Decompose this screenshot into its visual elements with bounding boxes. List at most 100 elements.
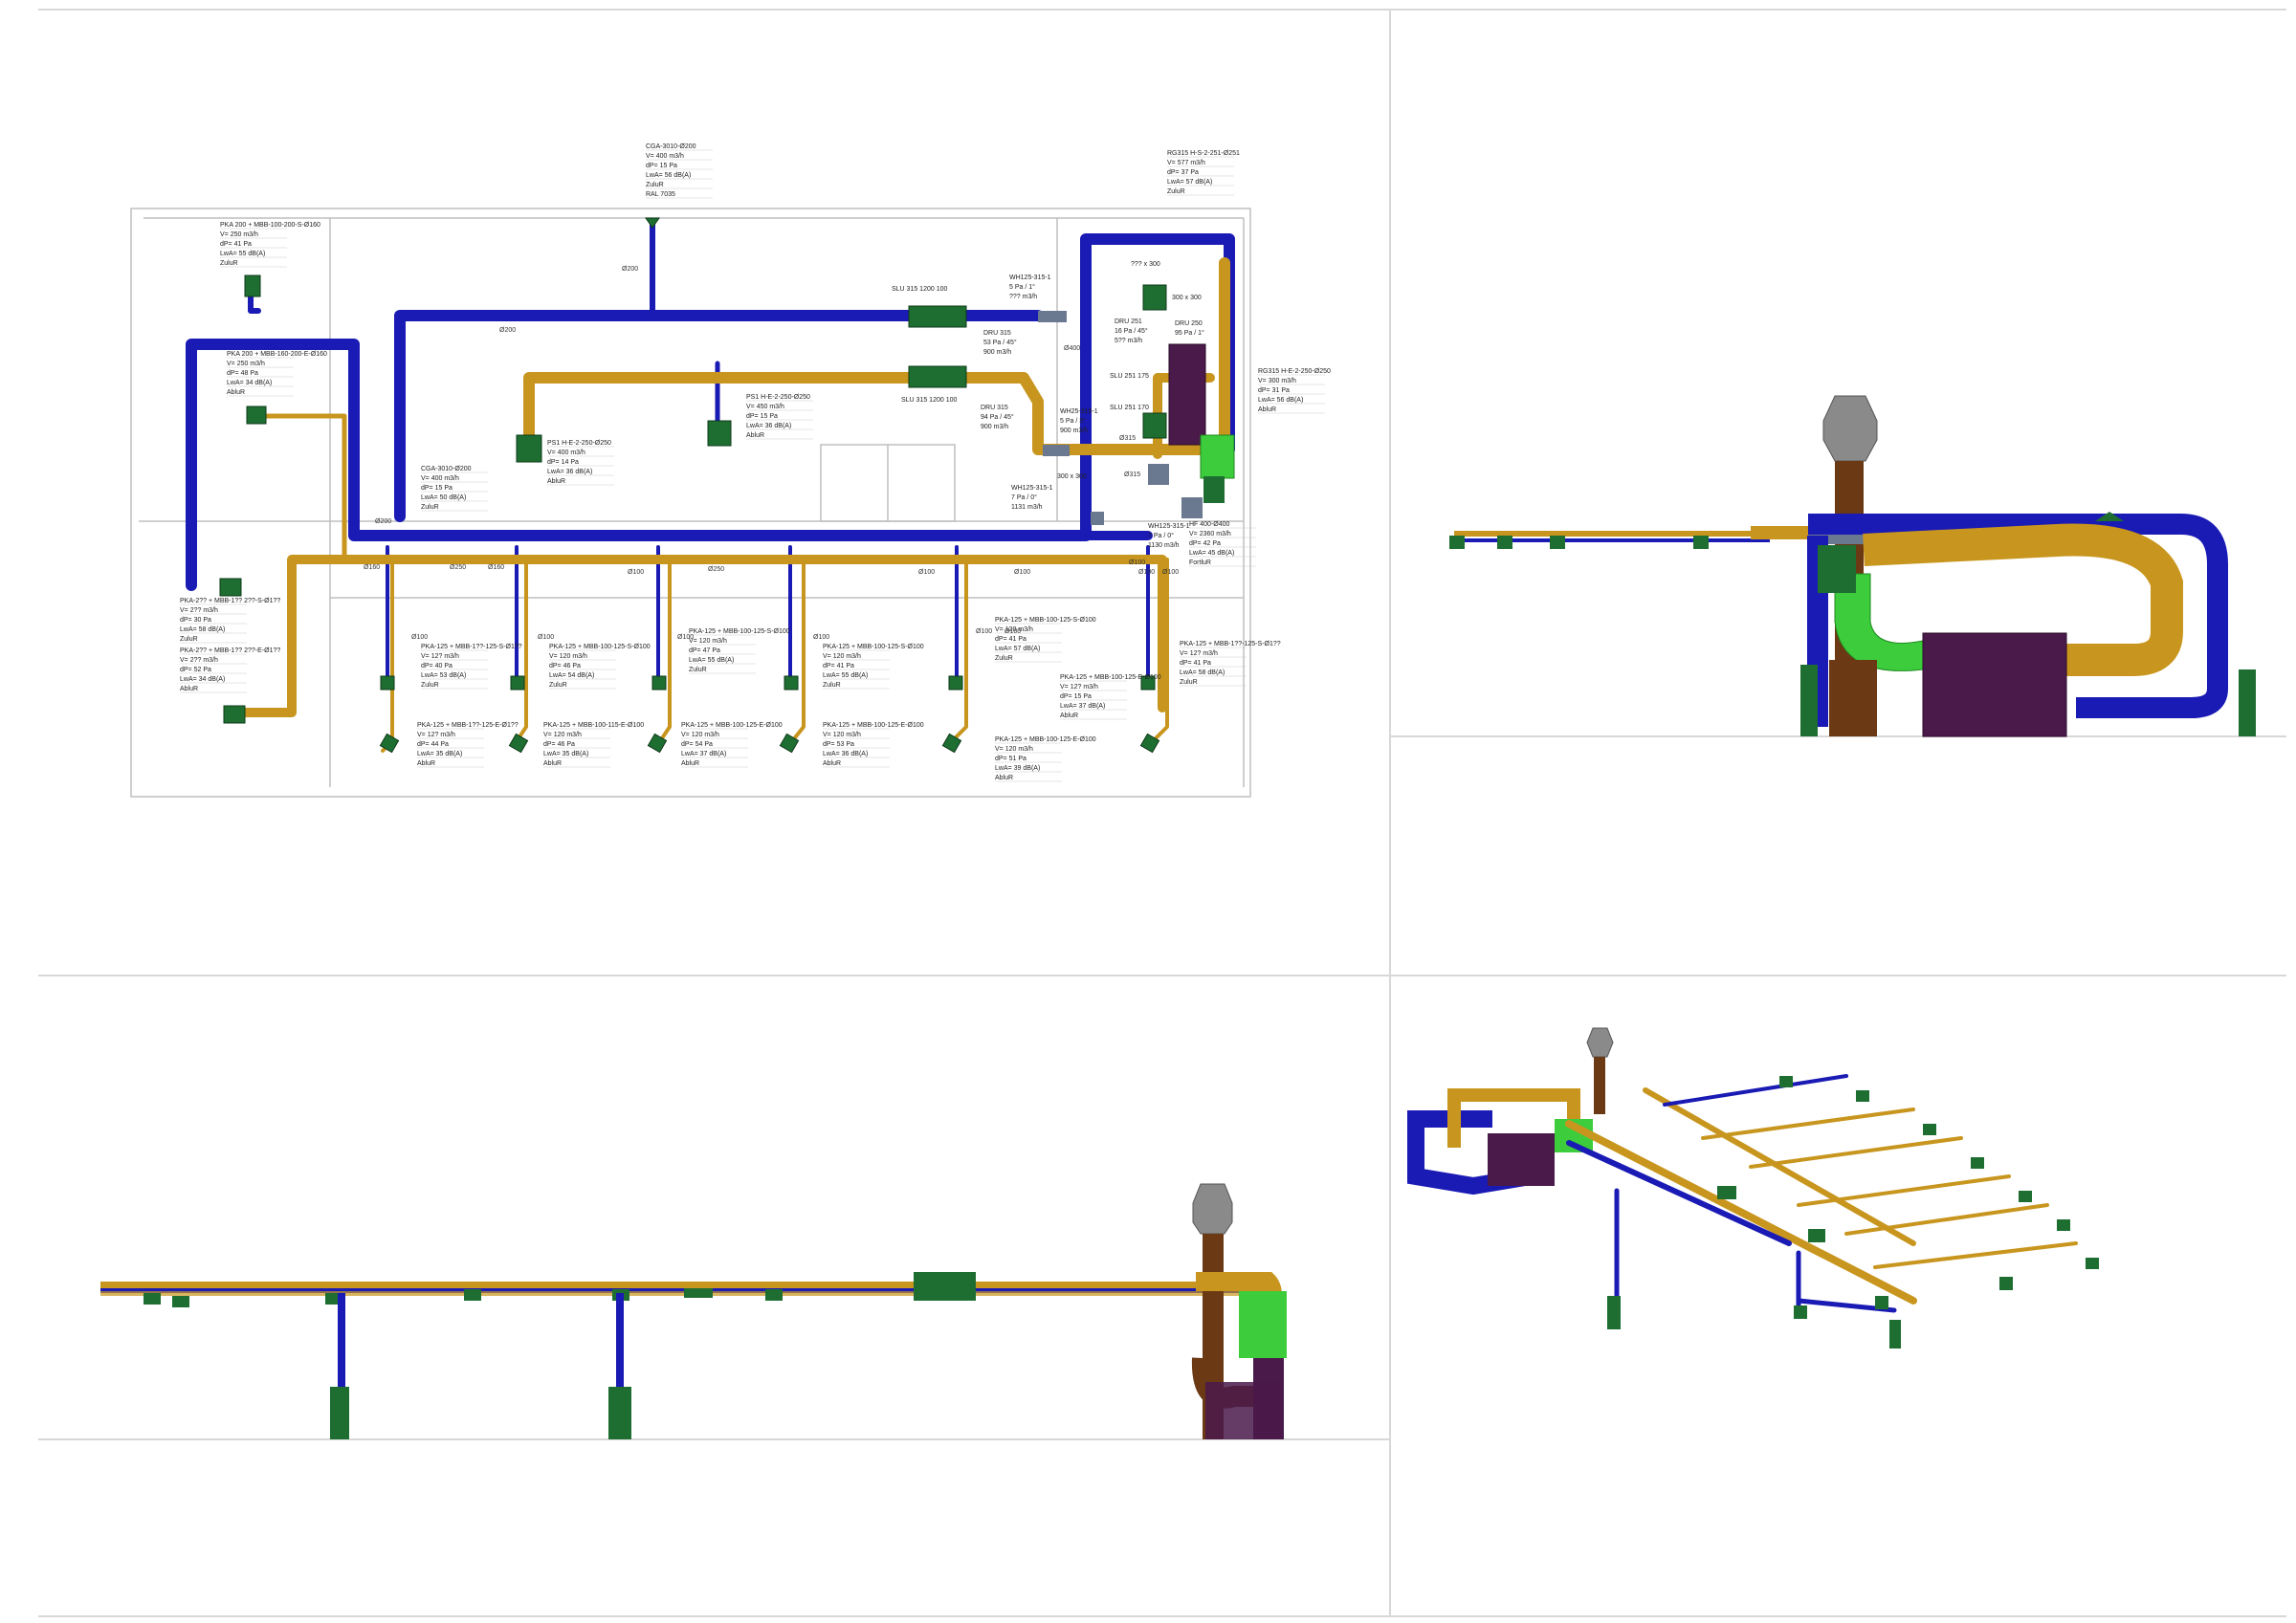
component-label-wh-1: 5 Pa / 1° bbox=[1009, 283, 1035, 291]
silencers bbox=[908, 305, 967, 388]
component-label-slu-251: SLU 251 175 bbox=[1110, 373, 1149, 380]
annotation-line: LwA= 36 dB(A) bbox=[746, 423, 791, 429]
annotation-line: V= 120 m3/h bbox=[823, 732, 861, 738]
annotation-line: dP= 15 Pa bbox=[1060, 693, 1092, 700]
annotation-line: PKA-125 + MBB-100-125-E-Ø100 bbox=[995, 736, 1096, 743]
annotation-line: PKA-125 + MBB-1??-125-S-Ø1?? bbox=[421, 644, 522, 650]
diameter-label: Ø400 bbox=[1064, 345, 1080, 352]
annotation-line: ZuluR bbox=[1180, 679, 1198, 686]
annotation-line: ZuluR bbox=[823, 682, 841, 689]
annotation-pka-13: PKA-125 + MBB-100-115-E-Ø100 V= 120 m3/h d… bbox=[543, 722, 644, 768]
annotation-line: AbluR bbox=[1060, 713, 1078, 719]
annotation-line: AbluR bbox=[180, 686, 198, 692]
annotation-line: dP= 15 Pa bbox=[746, 413, 778, 420]
annotation-line: LwA= 58 dB(A) bbox=[1180, 669, 1225, 676]
component-label-wh-4: WH125-315-1 bbox=[1148, 523, 1190, 530]
annotation-line: V= 120 m3/h bbox=[543, 732, 582, 738]
annotation-line: ZuluR bbox=[995, 655, 1013, 662]
annotation-pka-15: PKA-125 + MBB-100-125-E-Ø100 V= 120 m3/h d… bbox=[823, 722, 924, 768]
annotation-line: AbluR bbox=[681, 760, 699, 767]
annotation-line: V= 577 m3/h bbox=[1167, 160, 1205, 166]
annotation-line: PKA 200 + MBB-160-200-E-Ø160 bbox=[227, 351, 327, 358]
side-drops bbox=[330, 1293, 631, 1439]
annotation-cga-top: CGA-3010-Ø200 V= 400 m3/h dP= 15 Pa LwA= 56… bbox=[646, 143, 713, 199]
annotation-psi-2: PS1 H-E-2-250-Ø250 V= 400 m3/h dP= 14 Pa Lw… bbox=[547, 440, 614, 486]
annotation-line: ZuluR bbox=[421, 682, 439, 689]
annotation-rg-top: RG315 H-S-2-251-Ø251 V= 577 m3/h dP= 37 Pa… bbox=[1167, 150, 1240, 196]
annotation-line: ZuluR bbox=[689, 667, 707, 673]
annotation-pka-16: PKA-125 + MBB-100-125-E-Ø100 V= 120 m3/h d… bbox=[995, 736, 1096, 782]
annotation-line: V= 12? m3/h bbox=[1060, 684, 1098, 691]
component-label-size-1: ??? x 300 bbox=[1131, 261, 1160, 268]
annotation-line: LwA= 35 dB(A) bbox=[417, 751, 462, 757]
annotation-line: PKA-125 + MBB-100-125-S-Ø100 bbox=[823, 644, 924, 650]
annotation-line: V= 250 m3/h bbox=[227, 361, 265, 367]
component-label-dru-251: 5?? m3/h bbox=[1115, 338, 1142, 344]
annotation-line: V= 12? m3/h bbox=[421, 653, 459, 660]
annotation-line: ZuluR bbox=[1167, 188, 1185, 195]
annotation-line: PKA-125 + MBB-100-125-S-Ø100 bbox=[689, 628, 790, 635]
annotation-line: CGA-3010-Ø200 bbox=[421, 466, 472, 472]
diameter-label: Ø200 bbox=[375, 518, 391, 525]
component-label-dru-251: DRU 251 bbox=[1115, 318, 1142, 325]
annotation-line: PS1 H-E-2-250-Ø250 bbox=[547, 440, 611, 447]
annotation-pka-14: PKA-125 + MBB-100-125-E-Ø100 V= 120 m3/h d… bbox=[681, 722, 783, 768]
annotation-line: LwA= 36 dB(A) bbox=[547, 469, 592, 475]
annotation-line: V= 120 m3/h bbox=[549, 653, 587, 660]
annotation-pka-8: PKA-125 + MBB-100-125-S-Ø100 V= 120 m3/h d… bbox=[823, 644, 924, 690]
diameter-label: Ø100 bbox=[1138, 569, 1155, 576]
annotation-line: dP= 42 Pa bbox=[1189, 540, 1221, 547]
side-damper bbox=[1239, 1291, 1287, 1358]
annotation-line: dP= 46 Pa bbox=[543, 741, 575, 748]
annotation-line: V= 120 m3/h bbox=[689, 638, 727, 645]
front-elevation-view bbox=[1390, 395, 2286, 737]
annotation-line: LwA= 54 dB(A) bbox=[549, 672, 594, 679]
annotation-line: dP= 15 Pa bbox=[421, 485, 453, 492]
annotation-line: LwA= 58 dB(A) bbox=[180, 626, 225, 633]
component-label-wh-3: 7 Pa / 0° bbox=[1011, 493, 1037, 501]
annotation-pka-4: PKA-2?? + MBB-1?? 2??-E-Ø1?? V= 2?? m3/h d… bbox=[180, 647, 280, 693]
annotation-line: RG315 H-E-2-250-Ø250 bbox=[1258, 368, 1331, 375]
annotation-line: RG315 H-S-2-251-Ø251 bbox=[1167, 150, 1240, 157]
annotation-line: LwA= 37 dB(A) bbox=[1060, 703, 1105, 710]
annotation-line: AbluR bbox=[995, 775, 1013, 781]
annotation-line: V= 12? m3/h bbox=[417, 732, 455, 738]
annotation-pka-3: PKA-2?? + MBB-1?? 2??-S-Ø1?? V= 2?? m3/h d… bbox=[180, 598, 280, 644]
annotation-line: dP= 41 Pa bbox=[1180, 660, 1211, 667]
elev-leg bbox=[1800, 665, 1818, 736]
sheet-frame bbox=[38, 9, 2286, 1617]
component-label-slu-315-a: SLU 315 1200 100 bbox=[892, 286, 947, 293]
component-label-slu-251-b: SLU 251 170 bbox=[1110, 405, 1149, 411]
diameter-label: Ø315 bbox=[1124, 472, 1140, 478]
annotation-line: AbluR bbox=[823, 760, 841, 767]
component-label-dru-250: DRU 250 bbox=[1175, 320, 1203, 327]
annotation-pka-6: PKA-125 + MBB-100-125-S-Ø100 V= 120 m3/h d… bbox=[549, 644, 651, 690]
elev-riser-lower bbox=[1829, 660, 1877, 736]
annotation-line: FortluR bbox=[1189, 559, 1211, 566]
annotation-line: PS1 H-E-2-250-Ø250 bbox=[746, 394, 810, 401]
diameter-label: Ø100 bbox=[1129, 559, 1145, 566]
annotation-line: dP= 31 Pa bbox=[1258, 387, 1290, 394]
diameter-label: Ø100 bbox=[538, 634, 554, 641]
diameter-label: Ø160 bbox=[364, 564, 380, 571]
annotation-line: ZuluR bbox=[421, 504, 439, 511]
annotation-line: AbluR bbox=[547, 478, 565, 485]
diameter-label: Ø100 bbox=[1014, 569, 1030, 576]
annotation-line: LwA= 45 dB(A) bbox=[1189, 550, 1234, 557]
annotation-line: V= 400 m3/h bbox=[547, 450, 585, 456]
diameter-label: Ø200 bbox=[622, 266, 638, 273]
diameter-label: Ø250 bbox=[708, 566, 724, 573]
annotation-line: AbluR bbox=[417, 760, 435, 767]
annotation-line: dP= 15 Pa bbox=[646, 163, 677, 169]
annotation-line: V= 2?? m3/h bbox=[180, 607, 218, 614]
component-label-dru-315-b: 94 Pa / 45° bbox=[981, 413, 1014, 421]
annotation-line: dP= 41 Pa bbox=[220, 241, 252, 248]
component-label-wh-3: 1131 m3/h bbox=[1011, 504, 1043, 511]
annotation-pka-7: PKA-125 + MBB-100-125-S-Ø100 V= 120 m3/h d… bbox=[689, 628, 790, 674]
annotation-hf-400: HF 400-Ø400 V= 2360 m3/h dP= 42 Pa LwA= 45 … bbox=[1189, 521, 1256, 567]
annotation-rg-right: RG315 H-E-2-250-Ø250 V= 300 m3/h dP= 31 Pa… bbox=[1258, 368, 1331, 414]
annotation-line: dP= 51 Pa bbox=[995, 756, 1027, 762]
diameter-label: Ø160 bbox=[488, 564, 504, 571]
elevation-branch bbox=[1449, 526, 1866, 549]
annotation-line: CGA-3010-Ø200 bbox=[646, 143, 696, 150]
